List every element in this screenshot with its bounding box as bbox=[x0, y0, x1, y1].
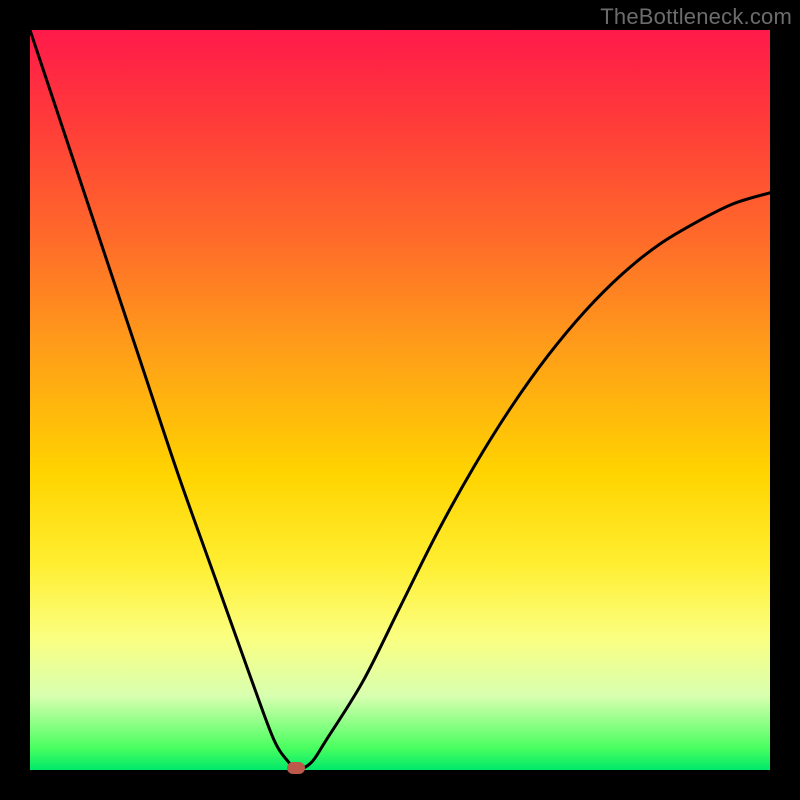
chart-frame: TheBottleneck.com bbox=[0, 0, 800, 800]
watermark-text: TheBottleneck.com bbox=[600, 4, 792, 30]
bottleneck-curve bbox=[30, 30, 770, 770]
plot-area bbox=[30, 30, 770, 770]
min-marker bbox=[287, 762, 305, 774]
